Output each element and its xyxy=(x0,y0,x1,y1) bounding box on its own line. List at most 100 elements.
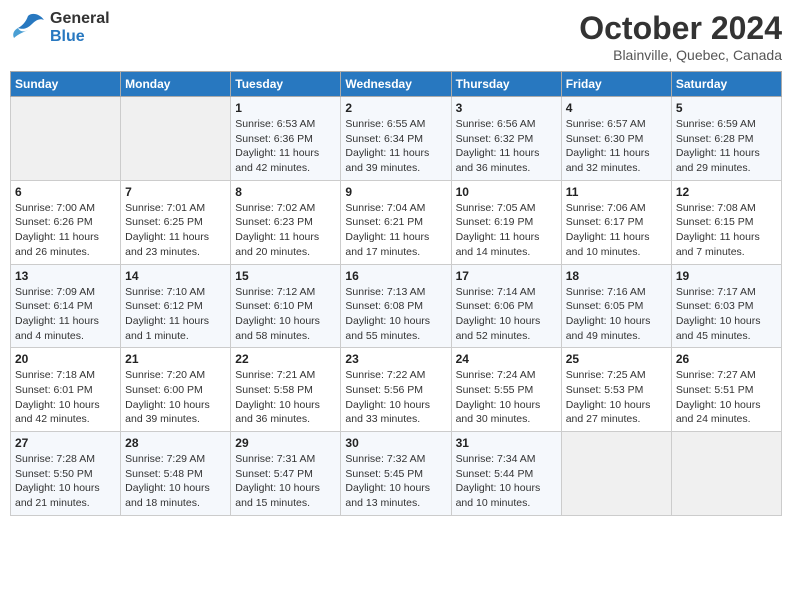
day-info: Sunrise: 7:05 AMSunset: 6:19 PMDaylight:… xyxy=(456,201,557,260)
day-number: 27 xyxy=(15,436,116,450)
day-info: Sunrise: 7:34 AMSunset: 5:44 PMDaylight:… xyxy=(456,452,557,511)
day-info: Sunrise: 7:10 AMSunset: 6:12 PMDaylight:… xyxy=(125,285,226,344)
calendar-cell: 22 Sunrise: 7:21 AMSunset: 5:58 PMDayligh… xyxy=(231,348,341,432)
day-number: 29 xyxy=(235,436,336,450)
calendar-cell: 24Sunrise: 7:24 AMSunset: 5:55 PMDayligh… xyxy=(451,348,561,432)
calendar-cell: 31 Sunrise: 7:34 AMSunset: 5:44 PMDayligh… xyxy=(451,432,561,516)
day-info: Sunrise: 7:27 AMSunset: 5:51 PMDaylight:… xyxy=(676,368,777,427)
day-info: Sunrise: 7:09 AMSunset: 6:14 PMDaylight:… xyxy=(15,285,116,344)
calendar-cell: 19Sunrise: 7:17 AMSunset: 6:03 PMDayligh… xyxy=(671,264,781,348)
month-title: October 2024 xyxy=(579,10,782,47)
day-info: Sunrise: 7:20 AMSunset: 6:00 PMDaylight:… xyxy=(125,368,226,427)
logo: General Blue xyxy=(10,10,110,46)
weekday-header-sunday: Sunday xyxy=(11,72,121,97)
day-info: Sunrise: 7:04 AMSunset: 6:21 PMDaylight:… xyxy=(345,201,446,260)
day-number: 15 xyxy=(235,269,336,283)
calendar-week-row: 13 Sunrise: 7:09 AMSunset: 6:14 PMDayligh… xyxy=(11,264,782,348)
calendar-cell: 4 Sunrise: 6:57 AMSunset: 6:30 PMDaylight… xyxy=(561,97,671,181)
calendar-cell: 6 Sunrise: 7:00 AMSunset: 6:26 PMDaylight… xyxy=(11,180,121,264)
day-number: 6 xyxy=(15,185,116,199)
day-number: 14 xyxy=(125,269,226,283)
calendar-cell: 8Sunrise: 7:02 AMSunset: 6:23 PMDaylight… xyxy=(231,180,341,264)
calendar-cell: 10Sunrise: 7:05 AMSunset: 6:19 PMDayligh… xyxy=(451,180,561,264)
calendar-cell: 28 Sunrise: 7:29 AMSunset: 5:48 PMDayligh… xyxy=(121,432,231,516)
calendar-cell: 9Sunrise: 7:04 AMSunset: 6:21 PMDaylight… xyxy=(341,180,451,264)
weekday-header-monday: Monday xyxy=(121,72,231,97)
logo-text: General Blue xyxy=(50,10,110,46)
day-info: Sunrise: 7:32 AMSunset: 5:45 PMDaylight:… xyxy=(345,452,446,511)
day-number: 24 xyxy=(456,352,557,366)
calendar-cell: 13 Sunrise: 7:09 AMSunset: 6:14 PMDayligh… xyxy=(11,264,121,348)
day-number: 12 xyxy=(676,185,777,199)
calendar-cell: 12 Sunrise: 7:08 AMSunset: 6:15 PMDayligh… xyxy=(671,180,781,264)
day-info: Sunrise: 6:59 AMSunset: 6:28 PMDaylight:… xyxy=(676,117,777,176)
day-number: 26 xyxy=(676,352,777,366)
day-info: Sunrise: 6:53 AMSunset: 6:36 PMDaylight:… xyxy=(235,117,336,176)
day-info: Sunrise: 7:18 AMSunset: 6:01 PMDaylight:… xyxy=(15,368,116,427)
weekday-header-row: SundayMondayTuesdayWednesdayThursdayFrid… xyxy=(11,72,782,97)
calendar-cell: 23 Sunrise: 7:22 AMSunset: 5:56 PMDayligh… xyxy=(341,348,451,432)
day-number: 16 xyxy=(345,269,446,283)
page-header: General Blue October 2024 Blainville, Qu… xyxy=(10,10,782,63)
day-info: Sunrise: 7:16 AMSunset: 6:05 PMDaylight:… xyxy=(566,285,667,344)
day-number: 30 xyxy=(345,436,446,450)
day-number: 18 xyxy=(566,269,667,283)
calendar-week-row: 27 Sunrise: 7:28 AMSunset: 5:50 PMDayligh… xyxy=(11,432,782,516)
day-info: Sunrise: 7:25 AMSunset: 5:53 PMDaylight:… xyxy=(566,368,667,427)
day-number: 17 xyxy=(456,269,557,283)
day-number: 31 xyxy=(456,436,557,450)
day-info: Sunrise: 7:29 AMSunset: 5:48 PMDaylight:… xyxy=(125,452,226,511)
calendar-cell: 20 Sunrise: 7:18 AMSunset: 6:01 PMDayligh… xyxy=(11,348,121,432)
day-number: 20 xyxy=(15,352,116,366)
day-info: Sunrise: 7:00 AMSunset: 6:26 PMDaylight:… xyxy=(15,201,116,260)
day-number: 13 xyxy=(15,269,116,283)
day-number: 28 xyxy=(125,436,226,450)
calendar-cell xyxy=(11,97,121,181)
weekday-header-friday: Friday xyxy=(561,72,671,97)
day-info: Sunrise: 7:22 AMSunset: 5:56 PMDaylight:… xyxy=(345,368,446,427)
calendar-cell: 21 Sunrise: 7:20 AMSunset: 6:00 PMDayligh… xyxy=(121,348,231,432)
calendar-cell: 14 Sunrise: 7:10 AMSunset: 6:12 PMDayligh… xyxy=(121,264,231,348)
day-number: 4 xyxy=(566,101,667,115)
calendar-cell xyxy=(671,432,781,516)
day-info: Sunrise: 6:56 AMSunset: 6:32 PMDaylight:… xyxy=(456,117,557,176)
day-info: Sunrise: 6:57 AMSunset: 6:30 PMDaylight:… xyxy=(566,117,667,176)
weekday-header-thursday: Thursday xyxy=(451,72,561,97)
day-number: 21 xyxy=(125,352,226,366)
day-number: 22 xyxy=(235,352,336,366)
calendar-cell: 7Sunrise: 7:01 AMSunset: 6:25 PMDaylight… xyxy=(121,180,231,264)
day-info: Sunrise: 7:28 AMSunset: 5:50 PMDaylight:… xyxy=(15,452,116,511)
day-number: 25 xyxy=(566,352,667,366)
day-number: 11 xyxy=(566,185,667,199)
calendar-week-row: 1 Sunrise: 6:53 AMSunset: 6:36 PMDaylight… xyxy=(11,97,782,181)
weekday-header-tuesday: Tuesday xyxy=(231,72,341,97)
calendar-cell: 26 Sunrise: 7:27 AMSunset: 5:51 PMDayligh… xyxy=(671,348,781,432)
calendar-cell: 30 Sunrise: 7:32 AMSunset: 5:45 PMDayligh… xyxy=(341,432,451,516)
day-number: 5 xyxy=(676,101,777,115)
calendar-cell: 29 Sunrise: 7:31 AMSunset: 5:47 PMDayligh… xyxy=(231,432,341,516)
day-info: Sunrise: 7:21 AMSunset: 5:58 PMDaylight:… xyxy=(235,368,336,427)
day-info: Sunrise: 7:02 AMSunset: 6:23 PMDaylight:… xyxy=(235,201,336,260)
calendar-cell xyxy=(121,97,231,181)
weekday-header-saturday: Saturday xyxy=(671,72,781,97)
calendar-cell: 18 Sunrise: 7:16 AMSunset: 6:05 PMDayligh… xyxy=(561,264,671,348)
day-number: 19 xyxy=(676,269,777,283)
day-info: Sunrise: 7:31 AMSunset: 5:47 PMDaylight:… xyxy=(235,452,336,511)
day-info: Sunrise: 7:12 AMSunset: 6:10 PMDaylight:… xyxy=(235,285,336,344)
calendar-cell: 27 Sunrise: 7:28 AMSunset: 5:50 PMDayligh… xyxy=(11,432,121,516)
day-number: 3 xyxy=(456,101,557,115)
day-number: 23 xyxy=(345,352,446,366)
calendar-week-row: 20 Sunrise: 7:18 AMSunset: 6:01 PMDayligh… xyxy=(11,348,782,432)
calendar-cell: 3 Sunrise: 6:56 AMSunset: 6:32 PMDaylight… xyxy=(451,97,561,181)
calendar-table: SundayMondayTuesdayWednesdayThursdayFrid… xyxy=(10,71,782,516)
day-info: Sunrise: 7:14 AMSunset: 6:06 PMDaylight:… xyxy=(456,285,557,344)
day-info: Sunrise: 7:01 AMSunset: 6:25 PMDaylight:… xyxy=(125,201,226,260)
day-info: Sunrise: 7:08 AMSunset: 6:15 PMDaylight:… xyxy=(676,201,777,260)
calendar-cell xyxy=(561,432,671,516)
calendar-title-area: October 2024 Blainville, Quebec, Canada xyxy=(579,10,782,63)
day-info: Sunrise: 7:06 AMSunset: 6:17 PMDaylight:… xyxy=(566,201,667,260)
location-subtitle: Blainville, Quebec, Canada xyxy=(579,47,782,63)
day-info: Sunrise: 7:13 AMSunset: 6:08 PMDaylight:… xyxy=(345,285,446,344)
day-number: 1 xyxy=(235,101,336,115)
calendar-cell: 2Sunrise: 6:55 AMSunset: 6:34 PMDaylight… xyxy=(341,97,451,181)
